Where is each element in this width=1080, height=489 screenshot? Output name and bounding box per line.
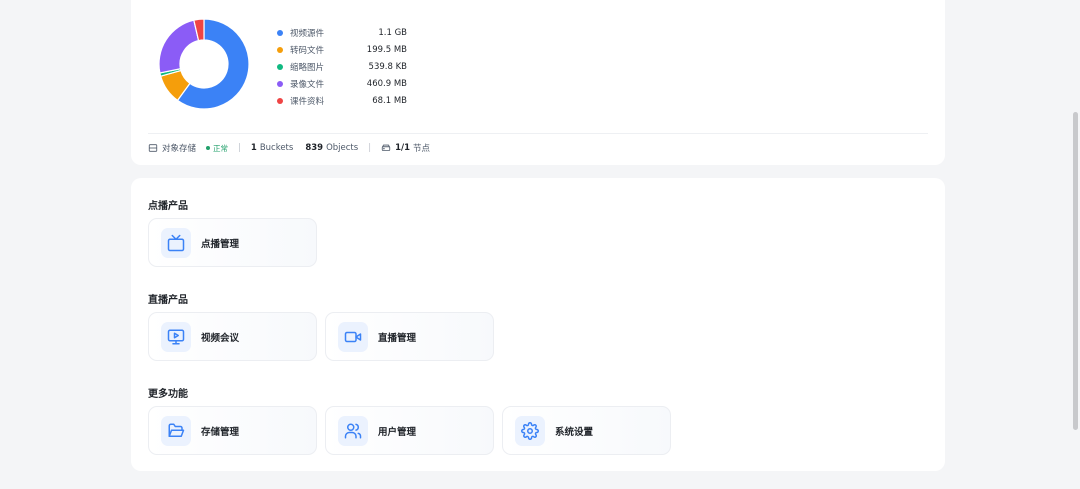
tile-icon-wrap	[161, 321, 191, 352]
tile-icon-wrap	[161, 227, 191, 258]
legend-dot	[277, 30, 283, 37]
legend-name: 课件资料	[290, 96, 325, 107]
tile-label: 用户管理	[378, 426, 417, 438]
tile-label: 视频会议	[201, 332, 240, 344]
user-management-tile[interactable]: 用户管理	[325, 406, 494, 455]
separator: |	[368, 143, 372, 153]
tile-icon-wrap	[338, 321, 368, 352]
legend-item: 缩略图片 539.8 KB	[277, 59, 407, 76]
legend-size: 68.1 MB	[372, 95, 407, 106]
tile-icon-wrap	[515, 415, 545, 446]
legend-item: 课件资料 68.1 MB	[277, 92, 407, 109]
separator: |	[238, 143, 241, 153]
status-text: 正常	[213, 143, 229, 153]
legend-size: 460.9 MB	[366, 78, 407, 89]
storage-management-tile[interactable]: 存储管理	[148, 406, 317, 455]
objects-count: 839	[305, 143, 324, 153]
storage-legend: 视频源件 1.1 GB 转码文件 199.5 MB 缩略图片 539.8 KB …	[277, 25, 407, 109]
storage-type-label: 对象存储	[162, 144, 197, 154]
tile-label: 存储管理	[201, 426, 240, 438]
legend-item: 转码文件 199.5 MB	[277, 42, 407, 59]
buckets-label: Buckets	[259, 143, 294, 153]
section-title-more: 更多功能	[148, 389, 188, 400]
status-badge: 正常	[206, 143, 228, 154]
section-title-live: 直播产品	[148, 295, 188, 306]
objects-label: Objects	[326, 143, 359, 153]
status-dot	[206, 146, 211, 150]
legend-size: 1.1 GB	[378, 28, 407, 39]
gear-icon	[521, 421, 539, 440]
system-settings-tile[interactable]: 系统设置	[502, 406, 671, 455]
tile-label: 点播管理	[201, 238, 240, 250]
nodes-count: 1/1	[395, 143, 411, 153]
legend-dot	[277, 97, 283, 104]
legend-name: 缩略图片	[290, 62, 325, 73]
video-meeting-tile[interactable]: 视频会议	[148, 312, 317, 361]
page-scrollbar[interactable]	[1073, 112, 1078, 430]
legend-dot	[277, 80, 283, 87]
tile-icon-wrap	[161, 415, 191, 446]
vod-management-tile[interactable]: 点播管理	[148, 218, 317, 267]
tile-icon-wrap	[338, 415, 368, 446]
section-title-vod: 点播产品	[148, 201, 188, 212]
donut-slice-4	[159, 19, 200, 74]
legend-item: 录像文件 460.9 MB	[277, 75, 407, 92]
storage-donut-chart	[159, 19, 249, 109]
divider	[148, 133, 928, 134]
legend-size: 199.5 MB	[366, 45, 407, 56]
storage-overview-card: 视频源件 1.1 GB 转码文件 199.5 MB 缩略图片 539.8 KB …	[131, 0, 945, 165]
live-management-tile[interactable]: 直播管理	[325, 312, 494, 361]
folder-open-icon	[168, 423, 185, 437]
legend-name: 录像文件	[290, 79, 325, 90]
server-icon	[381, 144, 391, 151]
tile-label: 系统设置	[555, 426, 594, 438]
tv-icon	[167, 234, 185, 251]
buckets-count: 1	[250, 143, 257, 153]
video-camera-icon	[344, 331, 362, 342]
users-icon	[344, 423, 362, 438]
monitor-play-icon	[167, 329, 185, 344]
legend-item: 视频源件 1.1 GB	[277, 25, 407, 42]
legend-name: 转码文件	[290, 46, 325, 57]
nodes-label: 节点	[413, 144, 431, 154]
storage-icon	[148, 144, 158, 152]
tile-label: 直播管理	[378, 332, 417, 344]
legend-name: 视频源件	[290, 29, 325, 40]
legend-size: 539.8 KB	[368, 61, 407, 72]
product-card: 点播产品 点播管理 直播产品 视频会议 直播管理 更多功能 存储管理 用户管理 …	[131, 178, 945, 471]
storage-status-bar: 对象存储 正常 | 1 Buckets 839 Objects | 1/1 节点	[148, 140, 430, 156]
legend-dot	[277, 47, 283, 54]
legend-dot	[277, 63, 283, 70]
